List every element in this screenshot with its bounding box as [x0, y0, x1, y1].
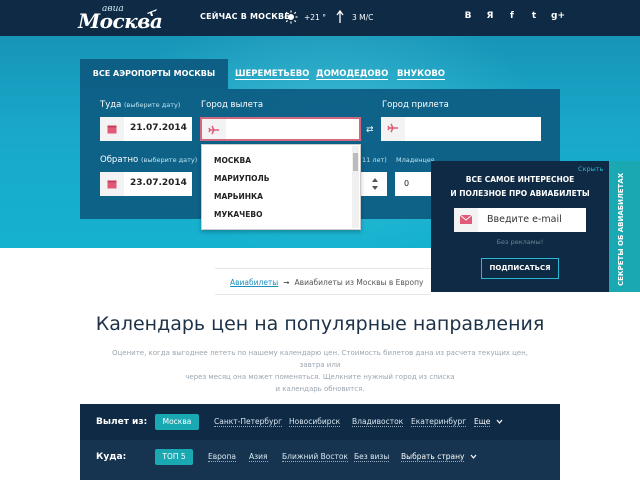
calendar-icon	[100, 117, 124, 141]
mail-icon	[454, 208, 478, 232]
yandex-icon[interactable]: Я	[483, 11, 497, 21]
breadcrumb: Авиабилеты ➞ Авиабилеты из Москвы в Европу	[230, 278, 423, 287]
subscribe-button[interactable]: ПОДПИСАТЬСЯ	[481, 258, 559, 279]
to-chip-top5[interactable]: ТОП 5	[155, 449, 193, 465]
from-city-label: Город вылета	[201, 100, 264, 110]
dropdown-item[interactable]: МОСКВА	[214, 156, 251, 165]
chevron-down-icon	[470, 454, 477, 459]
dropdown-item[interactable]: МУКАЧЕВО	[214, 210, 262, 219]
from-chip-moscow[interactable]: Москва	[155, 414, 199, 430]
plane-icon	[381, 117, 405, 141]
from-link[interactable]: Санкт-Петербург	[214, 417, 283, 427]
children-hint: 11 лет)	[362, 156, 387, 164]
wind-speed: 3 М/С	[352, 13, 374, 22]
email-placeholder: Введите e-mail	[487, 214, 562, 225]
back-date-field[interactable]: 23.07.2014	[100, 172, 192, 196]
there-label: Туда (выберите дату)	[100, 100, 181, 110]
dropdown-item[interactable]: МАРИУПОЛЬ	[214, 174, 269, 183]
from-link[interactable]: Новосибирск	[289, 417, 341, 427]
email-field[interactable]: Введите e-mail	[454, 208, 586, 232]
to-link[interactable]: Азия	[249, 452, 268, 462]
there-date-value: 21.07.2014	[130, 123, 187, 133]
tab-vnukovo[interactable]: ВНУКОВО	[397, 69, 446, 80]
from-city-input[interactable]	[200, 117, 361, 141]
tab-domodedovo[interactable]: ДОМОДЕДОВО	[316, 69, 389, 80]
weather-label: СЕЙЧАС В МОСКВЕ:	[200, 12, 294, 21]
swap-cities-icon[interactable]: ⇄	[366, 125, 374, 135]
to-country-dropdown[interactable]: Выбрать страну	[401, 452, 477, 462]
from-link[interactable]: Владивосток	[352, 417, 404, 427]
plane-icon	[147, 9, 157, 16]
to-link[interactable]: Европа	[208, 452, 237, 462]
to-filter-label: Куда:	[96, 452, 127, 462]
page-title: Календарь цен на популярные направления	[95, 313, 545, 335]
back-date-value: 23.07.2014	[130, 178, 187, 188]
temperature: +21 °	[304, 13, 326, 22]
back-label: Обратно (выберите дату)	[100, 155, 198, 165]
breadcrumb-link[interactable]: Авиабилеты	[230, 278, 278, 287]
side-tab-label: СЕКРЕТЫ ОБ АВИАБИЛЕТАХ	[617, 172, 625, 286]
site-header: авиа Москва СЕЙЧАС В МОСКВЕ: +21 ° 3 М/С…	[0, 0, 640, 36]
to-link[interactable]: Без визы	[354, 452, 390, 462]
divider	[215, 294, 431, 295]
divider	[215, 268, 431, 269]
side-tab-secrets[interactable]: СЕКРЕТЫ ОБ АВИАБИЛЕТАХ	[609, 161, 640, 292]
google-plus-icon[interactable]: g+	[549, 11, 567, 21]
to-city-label: Город прилета	[382, 100, 449, 110]
from-more-dropdown[interactable]: Еще	[474, 417, 503, 427]
chevron-down-icon	[496, 419, 503, 424]
plane-icon	[202, 119, 226, 139]
from-filter-label: Вылет из:	[96, 417, 148, 427]
city-dropdown: МОСКВА МАРИУПОЛЬ МАРЬИНКА МУКАЧЕВО	[201, 144, 361, 230]
facebook-icon[interactable]: f	[505, 11, 519, 21]
vk-icon[interactable]: В	[461, 11, 475, 21]
tab-sheremetyevo[interactable]: ШЕРЕМЕТЬЕВО	[235, 69, 310, 80]
sun-icon	[284, 10, 298, 24]
from-link[interactable]: Екатеринбург	[411, 417, 467, 427]
to-city-input[interactable]	[381, 117, 541, 141]
subscribe-hide-link[interactable]: Скрыть	[578, 165, 603, 173]
infants-label: Младенцев	[396, 156, 435, 164]
to-link[interactable]: Ближний Восток	[282, 452, 348, 462]
page-description: Оцените, когда выгоднее лететь по нашему…	[112, 349, 528, 393]
dropdown-scroll-thumb[interactable]	[353, 153, 358, 171]
subscribe-title: ВСЕ САМОЕ ИНТЕРЕСНОЕ И ПОЛЕЗНОЕ ПРО АВИА…	[450, 175, 590, 198]
infants-value: 0	[404, 179, 410, 188]
infants-field[interactable]: 0	[395, 172, 431, 196]
wind-direction-icon	[336, 10, 344, 23]
tab-all-airports[interactable]: ВСЕ АЭРОПОРТЫ МОСКВЫ	[80, 59, 228, 89]
breadcrumb-current: Авиабилеты из Москвы в Европу	[294, 278, 424, 287]
arrow-right-icon: ➞	[283, 278, 290, 287]
dropdown-item[interactable]: МАРЬИНКА	[214, 192, 263, 201]
twitter-icon[interactable]: t	[527, 11, 541, 21]
there-date-field[interactable]: 21.07.2014	[100, 117, 192, 141]
stepper-arrows-icon	[372, 178, 378, 190]
calendar-icon	[100, 172, 124, 196]
no-ads-note: Без рекламы!	[496, 238, 544, 246]
children-stepper[interactable]	[361, 172, 387, 196]
